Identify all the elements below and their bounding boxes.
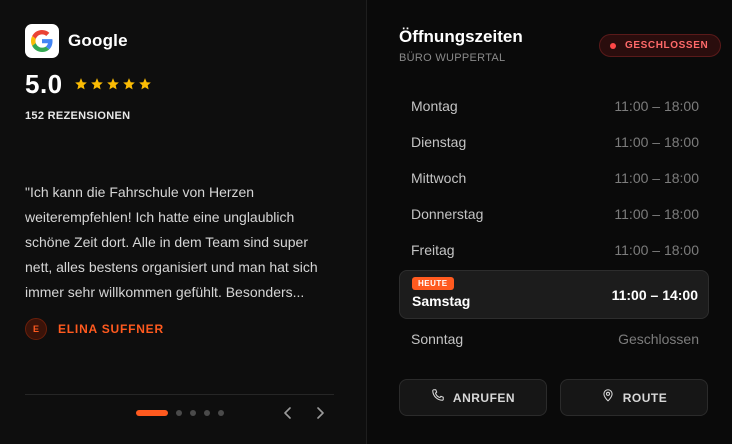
widget: Google 5.0 152 REZENSIONEN "Ich kann die… (0, 0, 732, 444)
star-icon (106, 78, 119, 90)
phone-icon (431, 388, 445, 407)
today-badge: HEUTE (412, 277, 454, 290)
divider (25, 394, 334, 395)
brand-name: Google (68, 31, 128, 50)
hours-list: Montag 11:00 – 18:00 Dienstag 11:00 – 18… (399, 88, 709, 357)
carousel-dot[interactable] (204, 410, 210, 416)
google-logo-icon (25, 24, 59, 58)
rating-row: 5.0 (25, 68, 334, 100)
review-quote: "Ich kann die Fahrschule von Herzen weit… (25, 184, 318, 300)
status-dot-icon (610, 42, 616, 49)
author-avatar: E (25, 318, 47, 340)
hours-row: Donnerstag 11:00 – 18:00 (399, 196, 709, 232)
rating-score: 5.0 (25, 68, 63, 99)
day-name: Dienstag (411, 134, 467, 150)
day-name: Montag (411, 98, 458, 114)
reviews-panel: Google 5.0 152 REZENSIONEN "Ich kann die… (0, 0, 367, 444)
day-hours: 11:00 – 18:00 (614, 242, 699, 258)
author-name: ELINA SUFFNER (58, 322, 164, 336)
hours-location: BÜRO WUPPERTAL (399, 52, 506, 64)
star-icon (138, 78, 151, 90)
hours-row: Mittwoch 11:00 – 18:00 (399, 160, 709, 196)
star-icon (74, 78, 87, 90)
review-author: E ELINA SUFFNER (25, 318, 164, 340)
route-button[interactable]: ROUTE (560, 379, 708, 416)
status-text: GESCHLOSSEN (625, 40, 709, 51)
hours-row: Sonntag Geschlossen (399, 321, 709, 357)
day-name: Freitag (411, 242, 455, 258)
day-hours: 11:00 – 18:00 (614, 98, 699, 114)
route-button-label: ROUTE (622, 390, 668, 405)
star-icon (122, 78, 135, 90)
review-brand: Google (25, 24, 334, 58)
call-button-label: ANRUFEN (452, 390, 516, 405)
hours-row: Montag 11:00 – 18:00 (399, 88, 709, 124)
star-icon (90, 78, 103, 90)
day-name: Donnerstag (411, 206, 484, 222)
hours-row-today: HEUTE Samstag 11:00 – 14:00 (399, 270, 709, 319)
hours-row: Freitag 11:00 – 18:00 (399, 232, 709, 268)
day-hours: 11:00 – 18:00 (614, 170, 699, 186)
status-badge: GESCHLOSSEN (599, 34, 722, 57)
chevron-left-icon[interactable] (279, 404, 297, 422)
carousel-dots (136, 410, 224, 416)
day-name: Samstag (412, 293, 471, 309)
review-count: 152 REZENSIONEN (25, 110, 131, 122)
hours-panel: Öffnungszeiten BÜRO WUPPERTAL GESCHLOSSE… (367, 0, 732, 444)
carousel-dot[interactable] (218, 410, 224, 416)
day-hours: 11:00 – 18:00 (614, 134, 699, 150)
day-name: Mittwoch (411, 170, 467, 186)
day-hours: 11:00 – 14:00 (611, 287, 698, 303)
hours-row: Dienstag 11:00 – 18:00 (399, 124, 709, 160)
day-hours: Geschlossen (618, 331, 699, 347)
map-pin-icon (601, 388, 615, 407)
star-rating (74, 77, 152, 91)
call-button[interactable]: ANRUFEN (399, 379, 547, 416)
chevron-right-icon[interactable] (311, 404, 329, 422)
hours-title: Öffnungszeiten (399, 27, 523, 46)
carousel-dot[interactable] (190, 410, 196, 416)
day-name: Sonntag (411, 331, 464, 347)
day-hours: 11:00 – 18:00 (614, 206, 699, 222)
carousel-dot[interactable] (176, 410, 182, 416)
carousel-dot[interactable] (136, 410, 168, 416)
